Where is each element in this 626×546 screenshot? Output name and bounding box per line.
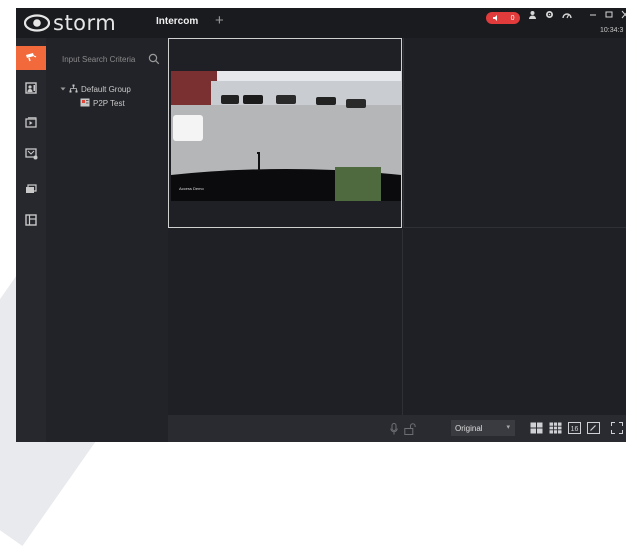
microphone-icon[interactable] <box>390 422 398 440</box>
grid-16-icon[interactable]: 16 <box>568 421 581 439</box>
video-cell-1[interactable]: Access Demo <box>168 38 402 228</box>
grid-4-icon[interactable] <box>530 421 543 439</box>
alarm-badge[interactable]: 0 <box>486 12 520 24</box>
tab-intercom[interactable]: Intercom <box>156 16 198 27</box>
edit-icon[interactable] <box>587 421 600 439</box>
logo-mark-icon <box>24 14 50 32</box>
camera-feed: Access Demo <box>171 71 401 201</box>
clock-text: 10:34:3 <box>600 27 624 34</box>
app-logo: storm <box>24 10 116 36</box>
video-grid: Access Demo <box>168 38 626 415</box>
search-input[interactable] <box>58 52 148 66</box>
add-tab-button[interactable]: + <box>215 12 224 29</box>
nav-contacts[interactable] <box>16 78 46 102</box>
window-controls <box>589 10 626 22</box>
nav-playback[interactable] <box>16 112 46 136</box>
svg-text:16: 16 <box>571 426 579 433</box>
nav-storage[interactable] <box>16 178 46 202</box>
camera-image <box>171 71 401 201</box>
unlock-icon[interactable] <box>404 422 416 440</box>
group-tree-icon <box>69 84 78 95</box>
live-view-icon <box>25 49 37 67</box>
layout-icon <box>25 213 37 231</box>
device-tree-panel: Default Group P2P Test <box>46 38 168 442</box>
storage-icon <box>25 181 37 199</box>
video-cell-4[interactable] <box>403 229 626 415</box>
nav-live-view[interactable] <box>16 46 46 70</box>
intercom-device-icon <box>80 98 90 109</box>
title-bar: storm Intercom + 0 10:34:3 <box>16 8 626 38</box>
collapse-arrow-icon[interactable] <box>60 85 66 94</box>
search-icon[interactable] <box>148 52 160 70</box>
contacts-icon <box>25 81 37 99</box>
settings-icon[interactable] <box>545 10 554 22</box>
nav-device[interactable] <box>16 144 46 168</box>
nav-layout[interactable] <box>16 210 46 234</box>
tree-search <box>58 52 162 66</box>
stream-select-value: Original <box>455 423 483 433</box>
chevron-down-icon: ▾ <box>506 424 510 431</box>
dashboard-icon[interactable] <box>562 10 572 22</box>
user-icon[interactable] <box>528 10 537 22</box>
tree-group-row[interactable]: Default Group <box>60 84 131 95</box>
bottom-toolbar: Original ▾ 16 <box>168 415 626 442</box>
logo-text: storm <box>53 11 117 35</box>
minimize-icon[interactable] <box>589 10 597 22</box>
stream-select[interactable]: Original ▾ <box>451 420 515 436</box>
video-cell-3[interactable] <box>168 229 403 415</box>
alarm-count: 0 <box>510 14 515 22</box>
video-overlay-label: Access Demo <box>179 186 204 191</box>
device-label: P2P Test <box>93 99 125 108</box>
video-cell-2[interactable] <box>403 38 626 228</box>
group-label: Default Group <box>81 85 131 94</box>
device-icon <box>24 147 38 165</box>
fullscreen-icon[interactable] <box>611 421 623 439</box>
close-icon[interactable] <box>621 10 626 22</box>
playback-icon <box>24 115 38 133</box>
tree-device-row[interactable]: P2P Test <box>80 98 125 109</box>
app-window: storm Intercom + 0 10:34:3 Input Search … <box>16 8 626 442</box>
toolbar-icons <box>528 10 572 22</box>
grid-9-icon[interactable] <box>549 421 562 439</box>
left-nav <box>16 38 46 442</box>
maximize-icon[interactable] <box>605 10 613 22</box>
speaker-icon <box>492 9 500 27</box>
